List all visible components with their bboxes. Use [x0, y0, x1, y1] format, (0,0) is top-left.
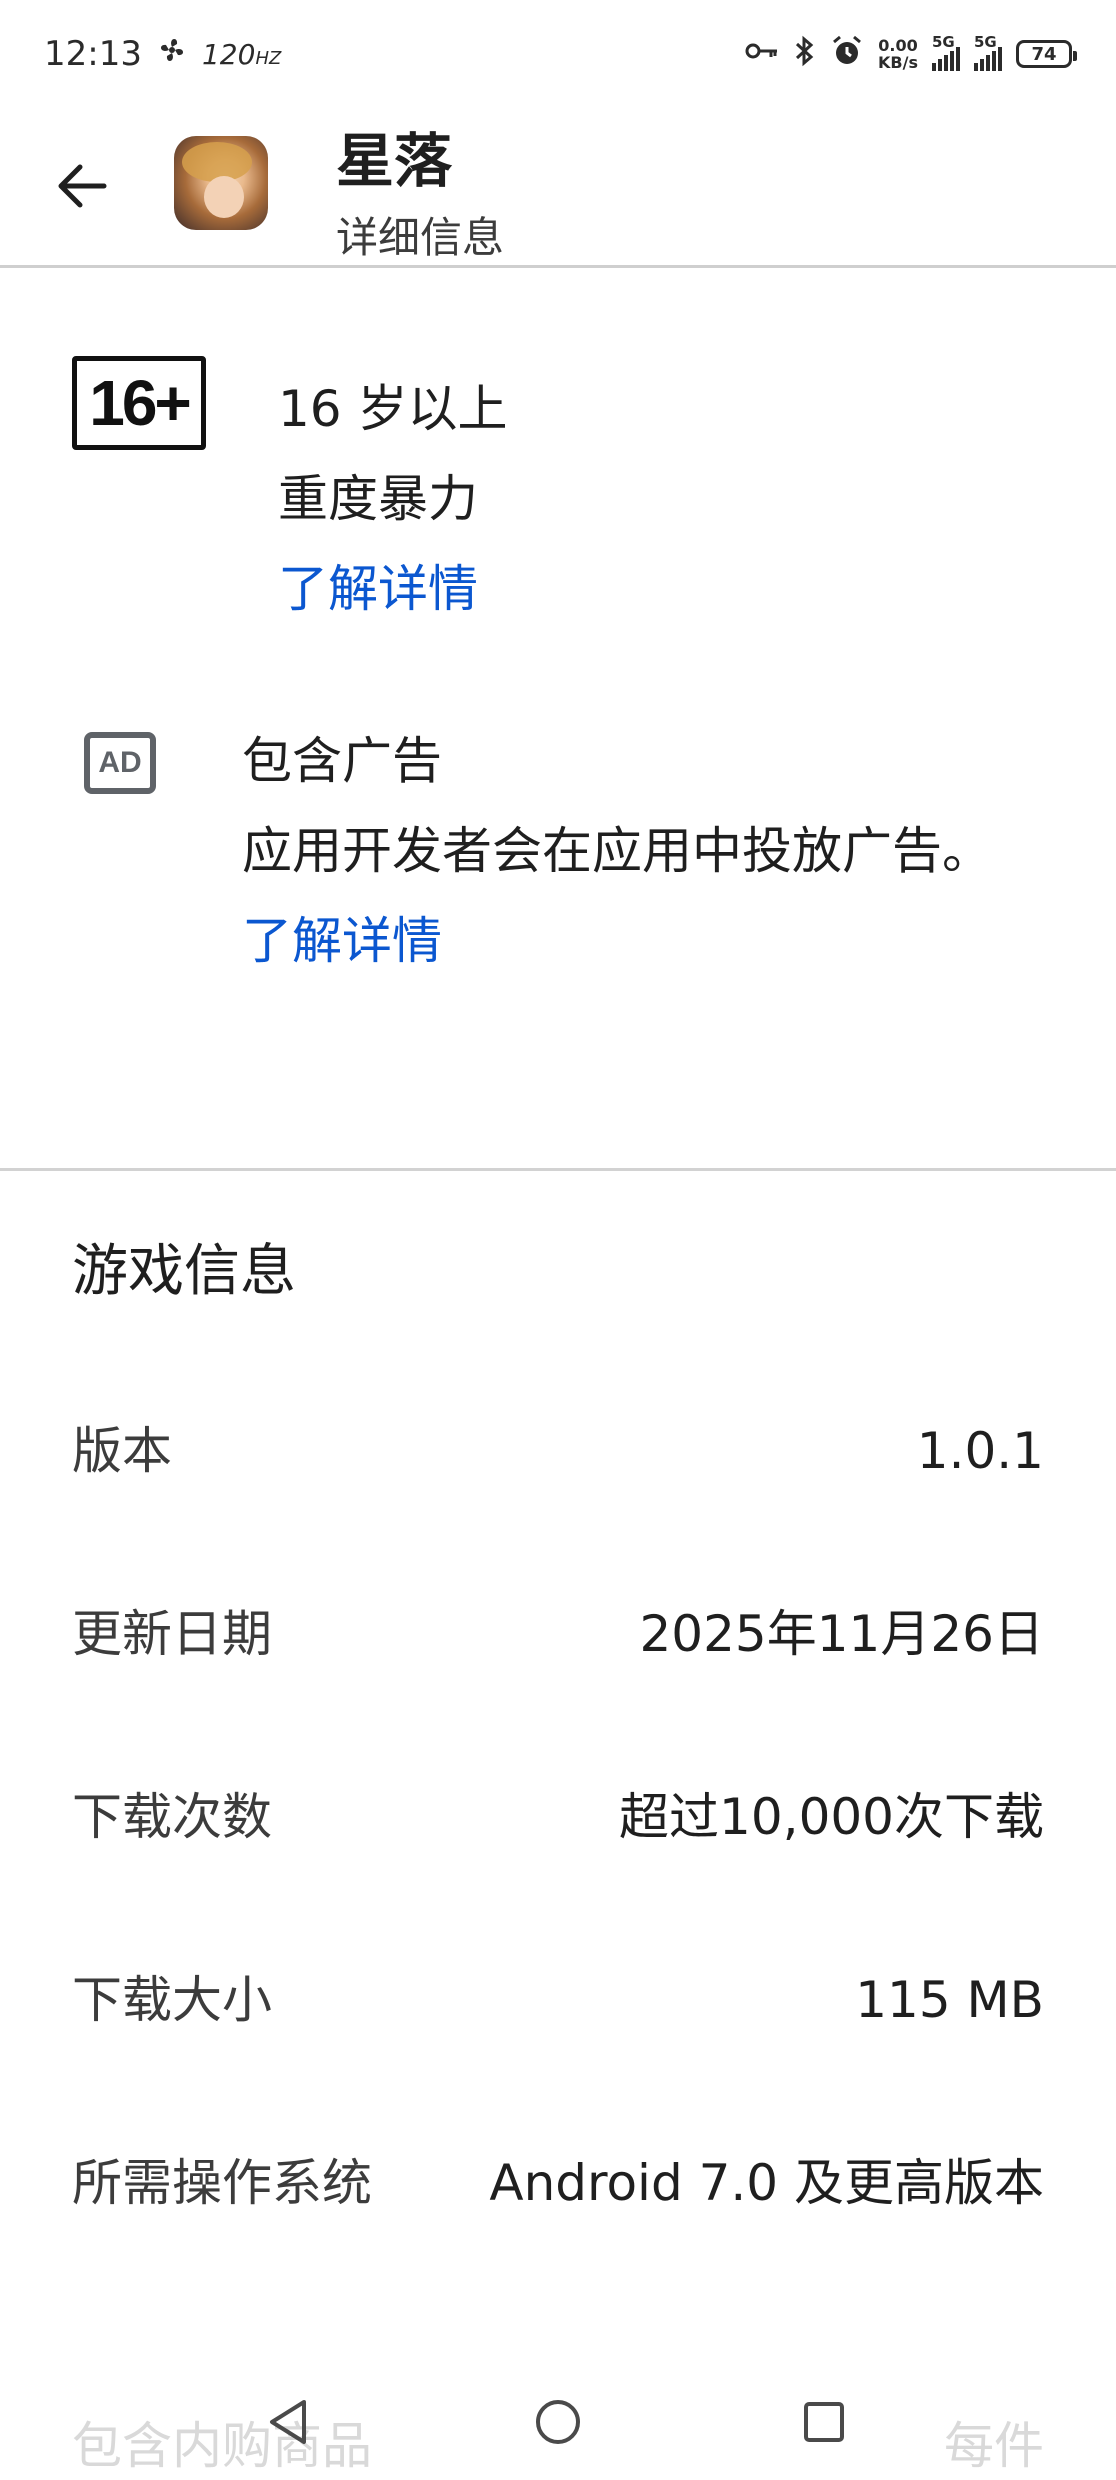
status-time: 12:13 — [44, 34, 142, 74]
info-row-downloads: 下载次数 超过10,000次下载 — [72, 1772, 1044, 1862]
network-speed-value: 0.00 — [878, 36, 918, 55]
ads-info: 包含广告 应用开发者会在应用中投放广告。 了解详情 — [242, 716, 1002, 986]
info-row-version: 版本 1.0.1 — [72, 1406, 1044, 1496]
page-subtitle: 详细信息 — [336, 213, 505, 262]
refresh-rate-unit: HZ — [255, 47, 282, 69]
arrow-back-icon — [58, 164, 107, 208]
content-rating-info: 16 岁以上 重度暴力 了解详情 — [278, 364, 508, 634]
age-rating-label: 16 岁以上 — [278, 380, 508, 438]
bluetooth-icon — [794, 35, 816, 74]
section-divider — [0, 1168, 1116, 1171]
game-info-title: 游戏信息 — [72, 1239, 296, 1304]
refresh-rate-value: 120 — [201, 37, 256, 71]
refresh-rate: 120HZ — [202, 38, 281, 71]
status-bar: 12:13 120HZ 0.00 KB/s 5G 5G 74 — [0, 0, 1116, 108]
battery-icon: 74 — [1016, 40, 1077, 68]
status-right: 0.00 KB/s 5G 5G 74 — [744, 33, 1077, 75]
ads-learn-more-link[interactable]: 了解详情 — [242, 896, 1002, 986]
signal-type-label: 5G — [974, 33, 997, 51]
nav-back-button[interactable] — [256, 2390, 320, 2454]
info-value: 1.0.1 — [916, 1422, 1044, 1480]
app-title: 星落 — [336, 127, 453, 195]
info-value: 超过10,000次下载 — [619, 1788, 1044, 1846]
network-speed: 0.00 KB/s — [878, 37, 918, 71]
info-value: Android 7.0 及更高版本 — [489, 2154, 1044, 2212]
fan-icon — [156, 34, 188, 75]
signal-icon-sim2: 5G — [974, 33, 1002, 71]
app-header: 星落 详细信息 — [0, 108, 1116, 268]
signal-type-label: 5G — [932, 33, 955, 51]
network-speed-unit: KB/s — [878, 53, 918, 72]
signal-icon-sim1: 5G — [932, 33, 960, 71]
info-row-required-os: 所需操作系统 Android 7.0 及更高版本 — [72, 2138, 1044, 2228]
info-label: 更新日期 — [72, 1605, 272, 1663]
system-navigation-bar — [0, 2372, 1116, 2472]
status-left: 12:13 120HZ — [44, 34, 281, 75]
ads-title: 包含广告 — [242, 732, 442, 790]
info-label: 下载次数 — [72, 1788, 272, 1846]
info-label: 版本 — [72, 1422, 172, 1480]
info-value: 2025年11月26日 — [639, 1605, 1045, 1663]
ads-description: 应用开发者会在应用中投放广告。 — [242, 822, 992, 880]
rating-learn-more-link[interactable]: 了解详情 — [278, 544, 508, 634]
info-label: 所需操作系统 — [72, 2154, 372, 2212]
circle-home-icon — [536, 2400, 580, 2444]
info-value: 115 MB — [855, 1971, 1044, 2029]
app-details-page: 12:13 120HZ 0.00 KB/s 5G 5G 74 星落 详细信息 1… — [0, 0, 1116, 2480]
info-label: 下载大小 — [72, 1971, 272, 2029]
triangle-back-icon — [270, 2400, 306, 2444]
ad-icon: AD — [84, 732, 156, 794]
battery-level: 74 — [1031, 43, 1057, 65]
alarm-icon — [830, 34, 864, 75]
nav-recents-button[interactable] — [792, 2390, 856, 2454]
square-recents-icon — [804, 2402, 844, 2442]
nav-home-button[interactable] — [526, 2390, 590, 2454]
info-row-update-date: 更新日期 2025年11月26日 — [72, 1589, 1044, 1679]
rating-descriptor: 重度暴力 — [278, 470, 478, 528]
info-row-download-size: 下载大小 115 MB — [72, 1955, 1044, 2045]
app-icon — [174, 136, 268, 230]
back-button[interactable] — [52, 156, 112, 216]
vpn-key-icon — [744, 39, 780, 70]
age-rating-badge: 16+ — [72, 356, 206, 450]
